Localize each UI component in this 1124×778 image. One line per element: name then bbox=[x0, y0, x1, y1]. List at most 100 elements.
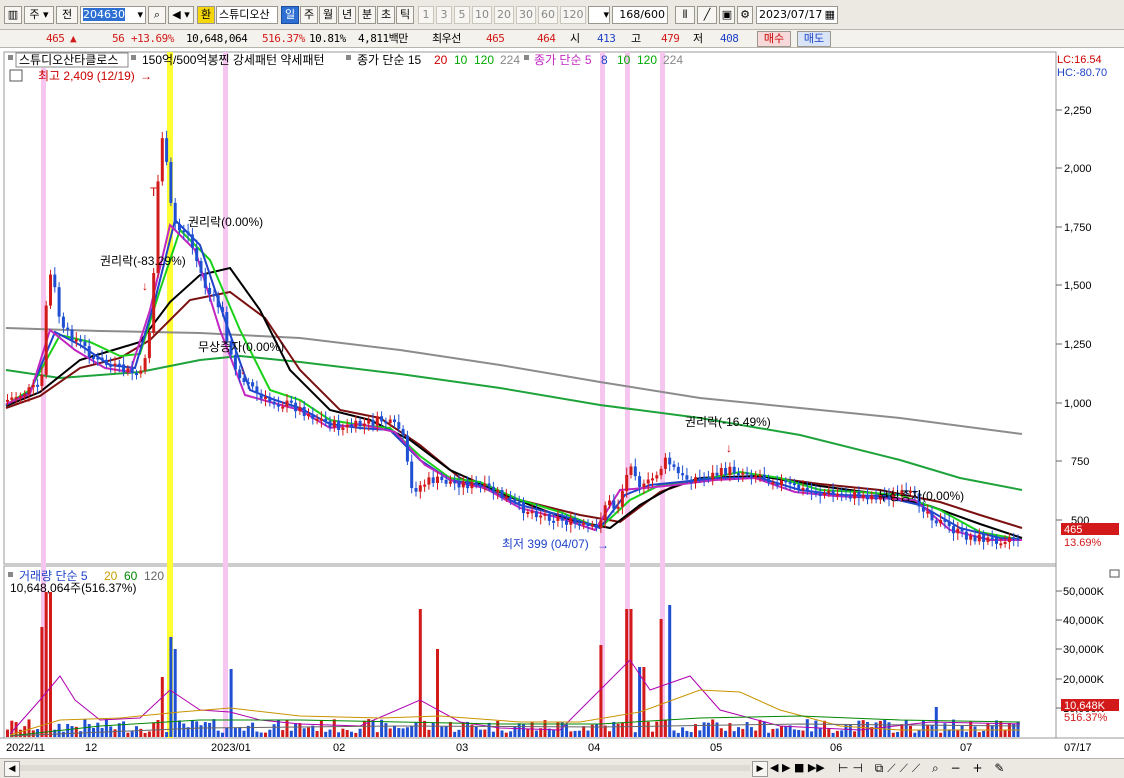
candle bbox=[130, 368, 134, 374]
volume-bar bbox=[49, 592, 52, 737]
volume-bar bbox=[629, 609, 633, 737]
buy-button[interactable]: 매수 bbox=[757, 31, 791, 47]
layout-icon[interactable]: ▥ bbox=[4, 6, 22, 24]
candle bbox=[715, 472, 719, 476]
count-value[interactable]: 168 bbox=[619, 8, 640, 21]
date-label: 06 bbox=[830, 742, 842, 754]
candle bbox=[139, 370, 143, 374]
collapse-icon[interactable] bbox=[1109, 569, 1120, 578]
prev-button[interactable]: 전 bbox=[56, 6, 78, 24]
volume-bar bbox=[444, 726, 448, 737]
volume-tick-label: 30,000K bbox=[1063, 644, 1105, 656]
candle bbox=[242, 378, 246, 383]
volume-bar bbox=[814, 720, 818, 737]
date-label: 02 bbox=[333, 742, 345, 754]
volume-bar bbox=[913, 732, 917, 737]
minute-1[interactable]: 1 bbox=[418, 6, 434, 24]
unit-select[interactable]: ▾ bbox=[588, 6, 610, 24]
sell-button[interactable]: 매도 bbox=[797, 31, 831, 47]
volume-tick-label: 50,000K bbox=[1063, 586, 1105, 598]
scroll-left-icon[interactable]: ◀ bbox=[4, 761, 20, 777]
sound-icon[interactable]: ◀ ▾ bbox=[168, 6, 194, 24]
candle bbox=[995, 537, 998, 544]
code-input[interactable]: 204630 ▾ bbox=[80, 6, 146, 24]
candle bbox=[853, 491, 857, 499]
minus-icon[interactable]: − bbox=[951, 761, 965, 775]
open-value: 413 bbox=[597, 32, 616, 45]
minute-30[interactable]: 30 bbox=[516, 6, 536, 24]
date-label: 04 bbox=[588, 742, 600, 754]
table-icon[interactable] bbox=[9, 69, 23, 82]
candle bbox=[147, 332, 151, 359]
period-tab-year[interactable]: 년 bbox=[338, 6, 356, 24]
nav-prev-icon[interactable]: ◀ bbox=[770, 761, 778, 774]
price-tick-label: 1,250 bbox=[1064, 339, 1092, 351]
stock-chart[interactable]: 2,250 2,000 1,750 1,500 1,250 1,000 750 … bbox=[0, 48, 1124, 758]
market-select[interactable]: 주 ▾ bbox=[24, 6, 54, 24]
period-tab-second[interactable]: 초 bbox=[377, 6, 395, 24]
volume-bar bbox=[904, 720, 908, 737]
zoom-slider-icon[interactable]: ⊢⊣ bbox=[838, 761, 867, 775]
scroll-track[interactable] bbox=[20, 765, 750, 771]
volume-bar bbox=[681, 727, 685, 737]
period-tab-tick[interactable]: 틱 bbox=[396, 6, 414, 24]
minute-120[interactable]: 120 bbox=[560, 6, 586, 24]
pin-icon[interactable]: ✎ bbox=[994, 761, 1008, 775]
t-marker: T bbox=[150, 185, 158, 199]
max-price-label: 최고 2,409 (12/19) bbox=[38, 69, 135, 83]
volume-bar bbox=[388, 728, 392, 737]
zoom-icon[interactable]: ⌕ bbox=[932, 761, 943, 775]
change-value: 56 bbox=[112, 32, 125, 45]
candle bbox=[612, 500, 616, 509]
volume-bar bbox=[896, 731, 900, 737]
price-value: 465 bbox=[46, 32, 65, 45]
volume-bar bbox=[66, 723, 70, 737]
scroll-bar[interactable]: ◀ ▶ ◀ ▶ ■ ▶▶ ⊢⊣ ⧉⟋⟋⟋ ⌕ − + ✎ bbox=[0, 758, 1124, 778]
line-type-icon[interactable]: ╱ bbox=[697, 6, 717, 24]
volume-bar bbox=[676, 732, 680, 737]
save-icon[interactable]: ▣ bbox=[719, 6, 735, 24]
turnover-value: 10.81% bbox=[309, 32, 346, 45]
candle bbox=[629, 466, 633, 475]
plus-icon[interactable]: + bbox=[972, 761, 986, 775]
scroll-right-icon[interactable]: ▶ bbox=[752, 761, 768, 777]
candle bbox=[285, 400, 289, 407]
candle-type-icon[interactable]: ⫴ bbox=[675, 6, 695, 24]
volume-bar bbox=[397, 728, 401, 737]
nav-end-icon[interactable]: ▶▶ bbox=[808, 761, 825, 774]
volume-bar bbox=[427, 729, 431, 737]
search-icon[interactable]: ⌕ bbox=[148, 6, 166, 24]
minute-5[interactable]: 5 bbox=[454, 6, 470, 24]
volume-bar bbox=[405, 727, 409, 737]
volume-bar bbox=[823, 720, 826, 737]
period-tab-minute[interactable]: 분 bbox=[358, 6, 376, 24]
period-tab-month[interactable]: 월 bbox=[319, 6, 337, 24]
candle bbox=[199, 261, 203, 273]
calendar-icon[interactable]: ▦ bbox=[825, 7, 837, 23]
stock-name-field[interactable]: 스튜디오산 bbox=[216, 6, 278, 24]
candle bbox=[870, 495, 874, 500]
volume-bar bbox=[608, 731, 611, 737]
period-tab-week[interactable]: 주 bbox=[300, 6, 318, 24]
candle bbox=[289, 400, 293, 403]
nav-next-icon[interactable]: ▶ bbox=[782, 761, 790, 774]
candle bbox=[143, 358, 147, 371]
gear-icon[interactable]: ⚙ bbox=[737, 6, 753, 24]
count-field[interactable]: 168/600 bbox=[612, 6, 668, 24]
minute-20[interactable]: 20 bbox=[494, 6, 514, 24]
candle bbox=[27, 387, 31, 395]
minute-60[interactable]: 60 bbox=[538, 6, 558, 24]
date-field[interactable]: 2023/07/17 ▦ bbox=[756, 6, 838, 24]
nav-stop-icon[interactable]: ■ bbox=[794, 761, 804, 774]
candle bbox=[298, 406, 302, 412]
minute-10[interactable]: 10 bbox=[472, 6, 492, 24]
volume-bar bbox=[672, 730, 676, 737]
hwan-button[interactable]: 환 bbox=[197, 6, 215, 24]
period-tab-day[interactable]: 일 bbox=[281, 6, 299, 24]
draw-tools-icon[interactable]: ⧉⟋⟋⟋ bbox=[875, 761, 924, 775]
candle bbox=[861, 494, 865, 498]
volume-bar bbox=[302, 728, 306, 737]
highlight-band bbox=[600, 52, 605, 738]
candle bbox=[281, 406, 285, 409]
minute-3[interactable]: 3 bbox=[436, 6, 452, 24]
